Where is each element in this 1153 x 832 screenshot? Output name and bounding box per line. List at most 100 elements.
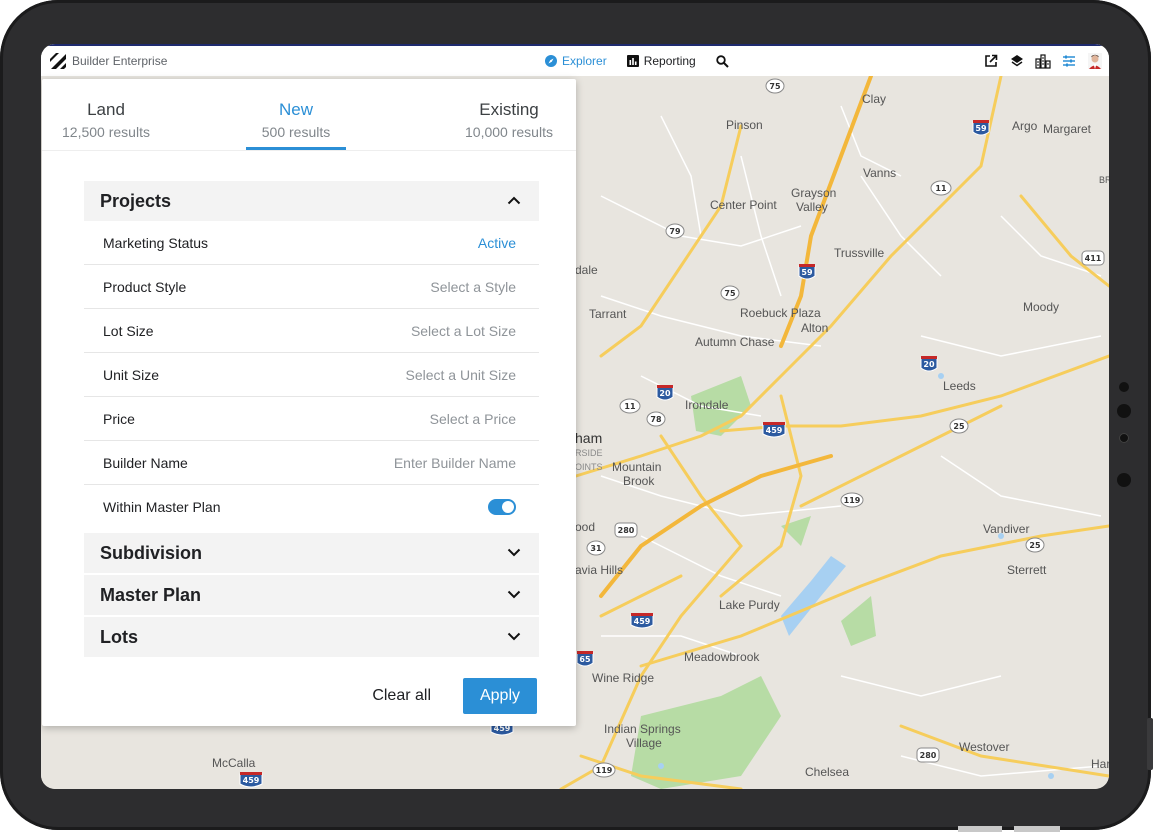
- chevron-down-icon[interactable]: [507, 628, 521, 646]
- filter-row-product-style[interactable]: Product Style Select a Style: [84, 265, 539, 309]
- route-shield: 78: [646, 411, 666, 427]
- clear-all-button[interactable]: Clear all: [372, 687, 431, 705]
- svg-text:11: 11: [935, 184, 947, 193]
- svg-text:11: 11: [624, 402, 636, 411]
- svg-text:459: 459: [243, 776, 260, 785]
- section-lots: Lots: [84, 617, 539, 657]
- brand-logo-icon[interactable]: [48, 51, 68, 71]
- chevron-up-icon[interactable]: [507, 192, 521, 210]
- filter-label: Unit Size: [103, 366, 160, 383]
- marketing-status-value[interactable]: Active: [478, 235, 516, 251]
- product-style-select[interactable]: Select a Style: [430, 279, 516, 295]
- chevron-down-icon[interactable]: [507, 544, 521, 562]
- bar-chart-icon: [626, 55, 639, 67]
- svg-text:20: 20: [659, 389, 671, 398]
- section-title: Master Plan: [100, 584, 202, 605]
- layers-icon[interactable]: [1009, 53, 1025, 69]
- external-link-icon[interactable]: [983, 53, 999, 69]
- filter-row-builder-name[interactable]: Builder Name Enter Builder Name: [84, 441, 539, 485]
- filter-sliders-icon[interactable]: [1061, 53, 1077, 69]
- svg-text:459: 459: [634, 617, 651, 626]
- filter-label: Product Style: [103, 278, 187, 295]
- lot-size-select[interactable]: Select a Lot Size: [411, 323, 516, 339]
- app-top-bar: Builder Enterprise Explorer Reporting: [41, 44, 1109, 76]
- tab-existing-count: 10,000 results: [465, 124, 553, 140]
- route-shield: 79: [665, 223, 685, 239]
- section-subdivision: Subdivision: [84, 533, 539, 573]
- svg-text:59: 59: [975, 124, 987, 133]
- tab-existing[interactable]: Existing 10,000 results: [454, 79, 564, 151]
- tab-new[interactable]: New 500 results: [246, 79, 346, 151]
- price-select[interactable]: Select a Price: [430, 411, 516, 427]
- builder-name-input[interactable]: Enter Builder Name: [394, 455, 516, 471]
- route-shield: 75: [720, 285, 740, 301]
- section-projects-header[interactable]: Projects: [84, 181, 539, 221]
- tab-land-count: 12,500 results: [62, 124, 150, 140]
- svg-text:119: 119: [596, 766, 613, 775]
- route-shield: 25: [949, 418, 969, 434]
- nav-explorer[interactable]: Explorer: [545, 54, 607, 68]
- chevron-down-icon[interactable]: [507, 586, 521, 604]
- section-title: Subdivision: [100, 542, 203, 563]
- camera-lens: [1119, 433, 1129, 443]
- filter-label: Within Master Plan: [103, 499, 221, 515]
- svg-text:280: 280: [618, 526, 635, 535]
- tab-existing-label: Existing: [479, 100, 539, 119]
- filter-label: Marketing Status: [103, 234, 209, 251]
- tab-land-label: Land: [87, 100, 125, 119]
- filter-panel: Land 12,500 results New 500 results Exis…: [42, 79, 576, 726]
- within-master-plan-toggle[interactable]: [488, 499, 516, 515]
- filter-row-marketing-status[interactable]: Marketing Status Active: [84, 221, 539, 265]
- unit-size-select[interactable]: Select a Unit Size: [406, 367, 517, 383]
- section-lots-header[interactable]: Lots: [84, 617, 539, 657]
- svg-text:75: 75: [724, 289, 736, 298]
- result-tabs: Land 12,500 results New 500 results Exis…: [42, 79, 576, 151]
- route-shield: 280: [916, 747, 940, 763]
- screen: Clay Pinson Argo Margaret Vanns Grayson …: [41, 44, 1109, 789]
- svg-text:65: 65: [579, 655, 591, 664]
- interstate-shield: 59: [972, 120, 990, 136]
- buildings-icon[interactable]: [1035, 53, 1051, 69]
- section-projects: Projects Marketing Status Active Product…: [84, 181, 539, 529]
- route-shield: 11: [930, 180, 952, 196]
- sensor-dot: [1117, 404, 1131, 418]
- filter-row-price[interactable]: Price Select a Price: [84, 397, 539, 441]
- nav-reporting[interactable]: Reporting: [626, 54, 696, 68]
- svg-text:79: 79: [669, 227, 681, 236]
- section-title: Projects: [100, 190, 172, 211]
- section-master-plan-header[interactable]: Master Plan: [84, 575, 539, 615]
- svg-text:78: 78: [650, 415, 662, 424]
- section-subdivision-header[interactable]: Subdivision: [84, 533, 539, 573]
- svg-text:411: 411: [1085, 254, 1102, 263]
- route-shield: 280: [614, 522, 638, 538]
- tab-new-count: 500 results: [261, 124, 331, 140]
- tablet-port-2: [1014, 826, 1060, 832]
- svg-text:20: 20: [923, 360, 935, 369]
- route-shield: 119: [592, 762, 616, 778]
- section-title: Lots: [100, 626, 138, 647]
- interstate-shield: 65: [576, 651, 594, 667]
- section-master-plan: Master Plan: [84, 575, 539, 615]
- svg-text:31: 31: [590, 544, 602, 553]
- avatar[interactable]: [1087, 53, 1103, 69]
- svg-text:280: 280: [920, 751, 937, 760]
- camera-dot: [1119, 382, 1129, 392]
- apply-button[interactable]: Apply: [463, 678, 537, 714]
- panel-actions: Clear all Apply: [372, 678, 537, 714]
- filter-row-lot-size[interactable]: Lot Size Select a Lot Size: [84, 309, 539, 353]
- search-icon: [716, 54, 729, 68]
- interstate-shield: 20: [920, 356, 938, 372]
- svg-text:75: 75: [769, 82, 781, 91]
- brand-name: Builder Enterprise: [72, 54, 168, 68]
- route-shield: 411: [1081, 250, 1105, 266]
- tab-land[interactable]: Land 12,500 results: [56, 79, 156, 151]
- tablet-port: [958, 826, 1002, 832]
- search-button[interactable]: [716, 54, 734, 68]
- tablet-side-button: [1147, 718, 1153, 770]
- svg-text:25: 25: [1029, 541, 1041, 550]
- selected-tab-indicator: [246, 147, 346, 150]
- filter-row-unit-size[interactable]: Unit Size Select a Unit Size: [84, 353, 539, 397]
- filter-row-within-master-plan[interactable]: Within Master Plan: [84, 485, 539, 529]
- route-shield: 25: [1025, 537, 1045, 553]
- nav-explorer-label: Explorer: [562, 54, 607, 68]
